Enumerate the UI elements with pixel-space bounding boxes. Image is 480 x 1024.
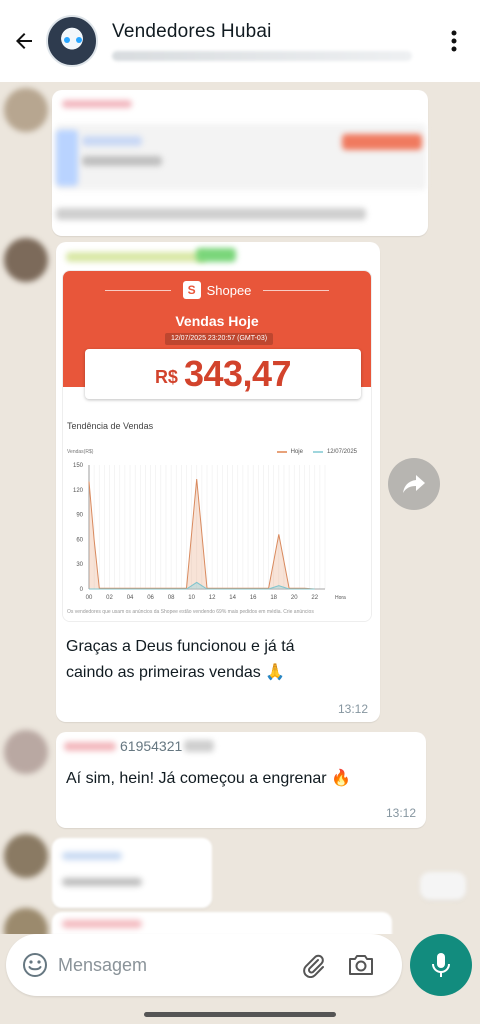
y-tick-label: 150 [73, 463, 84, 469]
chart-title: Tendência de Vendas [67, 421, 154, 431]
message-bubble-blurred[interactable] [52, 912, 392, 934]
message-text-line: Graças a Deus funcionou e já tá [66, 638, 295, 655]
sender-avatar-blurred [4, 730, 48, 774]
y-tick-label: 60 [76, 537, 83, 543]
camera-icon [349, 955, 373, 975]
phone-suffix-blurred [184, 740, 214, 752]
sales-amount-box: R$ 343,47 [85, 349, 361, 399]
message-bubble-blurred[interactable] [52, 838, 212, 908]
emoji-icon [23, 953, 47, 977]
y-tick-label: 90 [76, 513, 83, 519]
shopee-brand: Shopee [206, 282, 252, 298]
message-time: 13:12 [338, 702, 369, 716]
x-tick-label: 06 [147, 595, 154, 601]
chat-info[interactable]: Vendedores Hubai [112, 21, 440, 61]
currency-symbol: R$ [154, 366, 178, 387]
camera-button[interactable] [344, 948, 378, 982]
message-input[interactable] [58, 954, 290, 976]
y-tick-label: 30 [76, 562, 83, 568]
blurred-content [82, 156, 162, 166]
x-tick-label: 14 [229, 595, 236, 601]
sender-name-blurred [66, 252, 206, 262]
home-indicator [144, 1012, 336, 1017]
legend-swatch-today [276, 451, 287, 453]
more-options-button[interactable] [440, 21, 468, 61]
x-tick-label: 12 [209, 595, 216, 601]
chart-footnote: Os vendedores que usam os anúncios da Sh… [67, 609, 314, 615]
x-tick-label: 16 [250, 595, 257, 601]
message-text: Graças a Deus funcionou e já tá caindo a… [66, 634, 376, 686]
message-list[interactable]: S Shopee Vendas Hoje 12/07/2025 23:20:57… [0, 82, 480, 934]
message-bubble-shopee[interactable]: S Shopee Vendas Hoje 12/07/2025 23:20:57… [56, 242, 380, 722]
shopee-screenshot[interactable]: S Shopee Vendas Hoje 12/07/2025 23:20:57… [62, 270, 372, 622]
chat-header: Vendedores Hubai [0, 0, 480, 82]
x-tick-label: 18 [270, 595, 277, 601]
x-tick-label: 08 [168, 595, 175, 601]
chart-legend: Hoje 12/07/2025 [276, 449, 357, 455]
sender-avatar-blurred [4, 834, 48, 878]
message-bubble-blurred[interactable] [52, 90, 428, 236]
sales-amount: 343,47 [183, 353, 292, 394]
y-tick-label: 0 [80, 587, 84, 593]
x-tick-label: 22 [311, 595, 318, 601]
kebab-menu-icon [451, 30, 457, 52]
message-bubble-reply[interactable]: 61954321 Aí sim, hein! Já começou a engr… [56, 732, 426, 828]
legend-swatch-date [312, 451, 323, 453]
sales-heading: Vendas Hoje [175, 313, 259, 329]
divider [263, 289, 330, 291]
blurred-content [62, 100, 132, 108]
chat-title: Vendedores Hubai [112, 21, 272, 42]
sender-avatar-blurred [4, 908, 48, 934]
y-tick-label: 120 [73, 488, 84, 494]
blurred-content [56, 130, 78, 186]
x-axis-label: Hora [335, 595, 346, 601]
back-button[interactable] [4, 21, 44, 61]
microphone-icon [432, 953, 450, 977]
blurred-content [62, 878, 142, 886]
arrow-left-icon [16, 33, 32, 49]
group-avatar[interactable] [46, 15, 98, 67]
x-tick-label: 20 [291, 595, 298, 601]
sender-name-blurred [64, 742, 116, 751]
paperclip-icon [303, 954, 324, 978]
message-text-line: caindo as primeiras vendas 🙏 [66, 664, 286, 681]
message-bubble-blurred[interactable] [420, 872, 466, 900]
blurred-content [82, 136, 142, 146]
x-tick-label: 02 [106, 595, 113, 601]
forward-button[interactable] [388, 458, 440, 510]
shopee-logo-row: S Shopee [63, 281, 371, 299]
robot-eye [64, 37, 70, 43]
divider [104, 289, 171, 291]
sender-avatar-blurred [4, 88, 48, 132]
chart-y-label: Vendas(R$) [67, 449, 94, 455]
attach-button[interactable] [296, 948, 330, 982]
shopee-bag-icon: S [182, 281, 201, 299]
x-tick-label: 10 [188, 595, 195, 601]
blurred-content [342, 134, 422, 150]
voice-message-button[interactable] [410, 934, 472, 996]
robot-eye [76, 37, 82, 43]
sales-trend-chart: 0 30 60 90 120 150 00 02 04 06 08 10 12 14 16 18 20 22 Hor… [73, 463, 346, 601]
blurred-content [62, 852, 122, 860]
x-tick-label: 00 [86, 595, 93, 601]
sales-date: 12/07/2025 23:20:57 (GMT-03) [165, 333, 273, 345]
message-composer [6, 934, 402, 996]
sender-name-blurred [196, 248, 236, 262]
blurred-content [62, 920, 142, 928]
trend-chart-panel: Tendência de Vendas Vendas(R$) Hoje 12/0… [63, 417, 371, 621]
legend-label-today: Hoje [290, 449, 303, 455]
blurred-content [56, 208, 366, 220]
forward-icon [403, 475, 425, 493]
sender-avatar-blurred [4, 238, 48, 282]
emoji-button[interactable] [20, 950, 50, 980]
x-tick-label: 04 [127, 595, 134, 601]
message-time: 13:12 [386, 806, 417, 820]
legend-label-date: 12/07/2025 [326, 449, 357, 455]
message-text: Aí sim, hein! Já começou a engrenar 🔥 [66, 770, 351, 787]
participants-blurred [112, 51, 412, 61]
sender-phone: 61954321 [120, 738, 183, 754]
